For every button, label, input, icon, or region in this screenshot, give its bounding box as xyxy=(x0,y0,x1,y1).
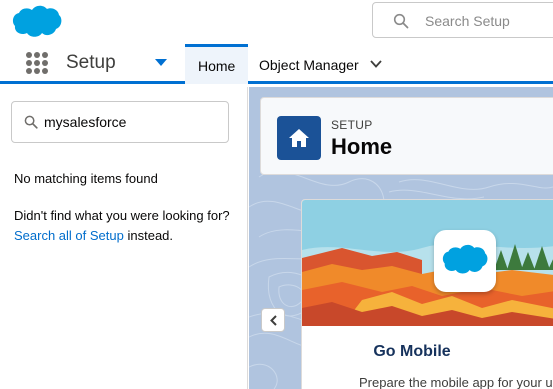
setup-home-header: SETUP Home xyxy=(260,97,553,175)
quick-find-input[interactable] xyxy=(44,112,214,132)
setup-eyebrow: SETUP xyxy=(331,118,373,132)
page-title: Home xyxy=(331,134,393,159)
go-mobile-description: Prepare the mobile app for your us xyxy=(359,375,553,389)
tab-object-manager[interactable]: Object Manager xyxy=(249,44,394,84)
global-header: Search Setup xyxy=(0,0,553,42)
tab-object-manager-label: Object Manager xyxy=(259,57,359,73)
go-mobile-card: Go Mobile Prepare the mobile app for you… xyxy=(301,199,553,389)
app-launcher-icon[interactable] xyxy=(26,52,48,74)
collapse-panel-button[interactable] xyxy=(261,308,285,332)
didnt-find-suffix: instead. xyxy=(127,228,174,243)
didnt-find-prefix: Didn't find what you were looking for? xyxy=(14,208,230,223)
no-match-message: No matching items found xyxy=(14,171,158,186)
chevron-left-icon xyxy=(270,315,277,326)
app-name: Setup xyxy=(66,52,116,73)
setup-search-box[interactable]: Search Setup xyxy=(372,2,553,38)
search-all-setup-link[interactable]: Search all of Setup xyxy=(14,228,124,243)
mountain-illustration xyxy=(302,200,553,326)
context-bar: Setup Home Object Manager xyxy=(0,42,553,84)
tab-home-label: Home xyxy=(198,58,236,74)
search-placeholder: Search Setup xyxy=(425,13,510,29)
salesforce-app-icon xyxy=(434,230,496,292)
tab-home[interactable]: Home xyxy=(185,44,248,84)
setup-home-main: SETUP Home Go Mobile Prepare the mobile … xyxy=(249,87,553,389)
search-icon xyxy=(393,13,409,29)
quick-find-box[interactable] xyxy=(11,101,229,143)
didnt-find-message: Didn't find what you were looking for? S… xyxy=(14,206,239,246)
go-mobile-title: Go Mobile xyxy=(373,343,451,360)
home-icon xyxy=(277,116,321,160)
chevron-down-icon[interactable] xyxy=(369,57,383,71)
setup-tree-panel: No matching items found Didn't find what… xyxy=(0,87,248,389)
salesforce-cloud-icon[interactable] xyxy=(12,4,62,38)
search-icon xyxy=(24,115,38,129)
app-menu-caret-icon[interactable] xyxy=(155,59,167,66)
